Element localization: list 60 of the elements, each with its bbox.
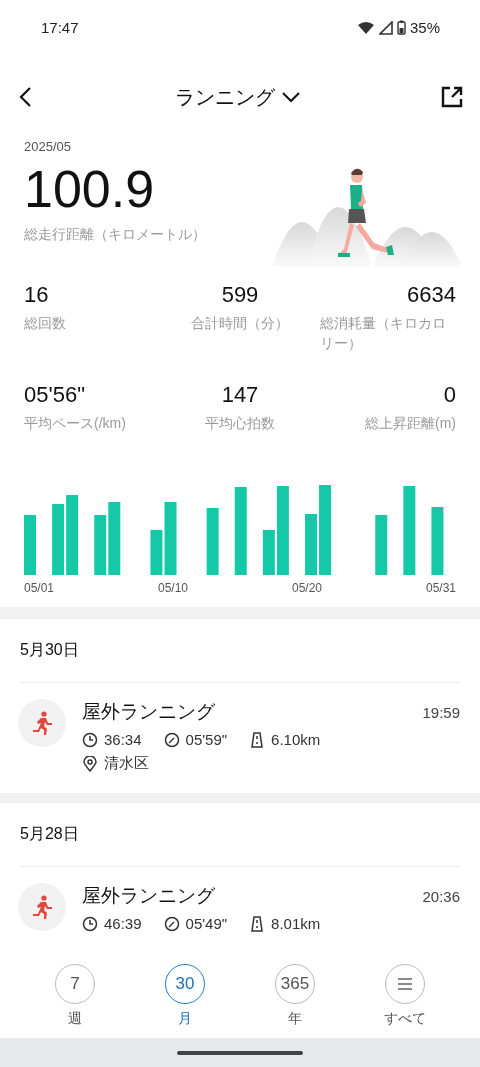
stat-value: 16 bbox=[24, 281, 50, 309]
stat-label: 平均ペース(/km) bbox=[24, 414, 127, 433]
stat-value: 05'56" bbox=[24, 381, 86, 409]
battery-percent: 35% bbox=[409, 19, 440, 36]
location-text: 清水区 bbox=[104, 754, 149, 773]
wifi-icon bbox=[356, 20, 375, 35]
axis-label: 05/20 bbox=[291, 581, 322, 595]
stat-value: 0 bbox=[443, 381, 456, 409]
chart-bar bbox=[52, 504, 65, 575]
home-indicator[interactable] bbox=[177, 1050, 303, 1055]
stat-label: 総消耗量（キロカロリー） bbox=[320, 314, 447, 353]
stat-label: 総上昇距離(m) bbox=[365, 414, 456, 433]
period-tab[interactable]: すべて bbox=[370, 964, 440, 1038]
clock-icon bbox=[82, 915, 98, 932]
share-icon[interactable] bbox=[440, 85, 464, 109]
signal-icon bbox=[378, 20, 393, 35]
chevron-down-icon[interactable] bbox=[281, 91, 301, 103]
menu-icon bbox=[397, 978, 413, 990]
chart-bar bbox=[94, 515, 107, 575]
pace-text: 05'49" bbox=[185, 915, 228, 932]
axis-label: 05/10 bbox=[158, 581, 188, 595]
stat-value: 599 bbox=[221, 281, 259, 309]
axis-label: 05/31 bbox=[425, 581, 456, 595]
stat-value: 147 bbox=[221, 381, 259, 409]
gauge-icon bbox=[163, 731, 180, 748]
period-tab[interactable]: 365 年 bbox=[260, 964, 330, 1038]
date-heading: 5月30日 bbox=[20, 619, 460, 683]
date-heading: 5月28日 bbox=[20, 803, 460, 867]
distance-text: 6.10km bbox=[271, 731, 321, 748]
location-icon bbox=[82, 755, 98, 772]
chart-bar bbox=[206, 508, 219, 575]
duration-text: 46:39 bbox=[104, 915, 142, 932]
activity-title[interactable]: 屋外ランニング bbox=[82, 699, 215, 725]
stat-label: 総回数 bbox=[24, 314, 67, 333]
stat-label: 平均心拍数 bbox=[205, 414, 275, 433]
road-icon bbox=[249, 915, 266, 932]
clock-icon bbox=[82, 731, 98, 748]
chart-bar bbox=[431, 507, 444, 575]
stat-value: 6634 bbox=[407, 281, 456, 309]
duration-text: 36:34 bbox=[104, 731, 142, 748]
period-tab[interactable]: 7 週 bbox=[40, 964, 110, 1038]
activity-title[interactable]: 屋外ランニング bbox=[82, 883, 215, 909]
chart-bar bbox=[305, 514, 317, 575]
page-title[interactable]: ランニング bbox=[175, 83, 275, 111]
chart-bar bbox=[24, 515, 36, 575]
period-label: 2025/05 bbox=[24, 139, 72, 154]
period-tab[interactable]: 30 月 bbox=[150, 964, 220, 1038]
status-time: 17:47 bbox=[41, 19, 79, 36]
activity-time: 20:36 bbox=[422, 887, 460, 905]
battery-icon bbox=[396, 20, 406, 35]
stat-label: 合計時間（分） bbox=[191, 314, 289, 333]
total-distance: 100.9 bbox=[24, 159, 155, 220]
axis-label: 05/01 bbox=[24, 581, 55, 595]
chart-bar bbox=[375, 515, 388, 575]
distance-text: 8.01km bbox=[271, 915, 321, 932]
road-icon bbox=[249, 731, 266, 748]
total-distance-label: 総走行距離（キロメートル） bbox=[24, 226, 206, 244]
activity-time: 19:59 bbox=[422, 703, 460, 721]
pace-text: 05'59" bbox=[185, 731, 228, 748]
gauge-icon bbox=[163, 915, 180, 932]
